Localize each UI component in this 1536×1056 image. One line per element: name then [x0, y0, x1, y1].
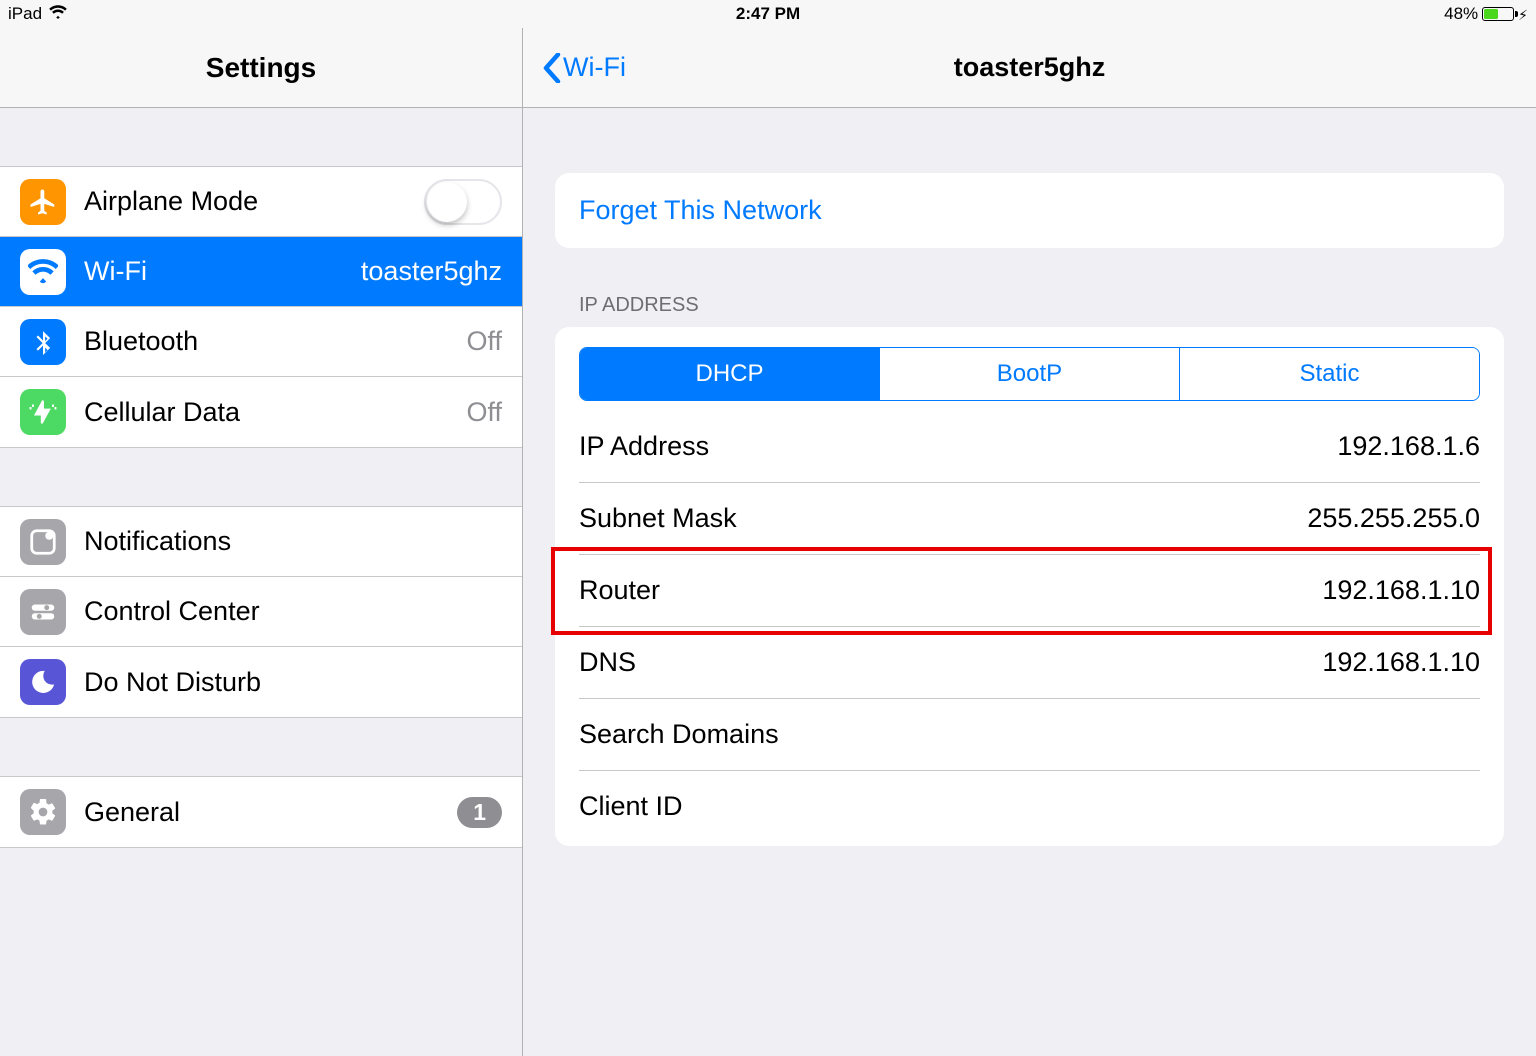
- row-label: Client ID: [579, 791, 683, 822]
- ip-address-section-label: IP ADDRESS: [555, 294, 1504, 327]
- row-value: 192.168.1.10: [1322, 647, 1480, 678]
- row-label: DNS: [579, 647, 636, 678]
- sidebar-item-value: toaster5ghz: [361, 256, 502, 287]
- segment-dhcp[interactable]: DHCP: [580, 348, 880, 400]
- sidebar-item-label: Control Center: [84, 596, 502, 627]
- row-value: 255.255.255.0: [1307, 503, 1480, 534]
- row-client-id[interactable]: Client ID: [579, 771, 1480, 842]
- sidebar-group-general: General 1: [0, 776, 522, 848]
- clock: 2:47 PM: [0, 4, 1536, 24]
- sidebar-item-label: Wi-Fi: [84, 256, 361, 287]
- notifications-icon: [20, 519, 66, 565]
- sidebar-item-bluetooth[interactable]: Bluetooth Off: [0, 307, 522, 377]
- settings-sidebar: Settings Airplane Mode Wi-Fi toaster5ghz: [0, 28, 523, 1056]
- row-dns[interactable]: DNS 192.168.1.10: [579, 627, 1480, 699]
- sidebar-item-label: Airplane Mode: [84, 186, 424, 217]
- sidebar-item-airplane-mode[interactable]: Airplane Mode: [0, 167, 522, 237]
- sidebar-item-label: Cellular Data: [84, 397, 466, 428]
- battery-icon: [1482, 7, 1514, 21]
- forget-network-card: Forget This Network: [555, 173, 1504, 248]
- sidebar-item-label: Notifications: [84, 526, 502, 557]
- row-ip-address[interactable]: IP Address 192.168.1.6: [579, 411, 1480, 483]
- forget-network-button[interactable]: Forget This Network: [555, 173, 1504, 248]
- ip-address-card: DHCP BootP Static IP Address 192.168.1.6…: [555, 327, 1504, 846]
- row-value: 192.168.1.10: [1322, 575, 1480, 606]
- gear-icon: [20, 789, 66, 835]
- control-center-icon: [20, 589, 66, 635]
- airplane-icon: [20, 179, 66, 225]
- sidebar-item-label: General: [84, 797, 457, 828]
- detail-title: toaster5ghz: [523, 52, 1536, 83]
- row-label: Subnet Mask: [579, 503, 737, 534]
- sidebar-group-connectivity: Airplane Mode Wi-Fi toaster5ghz Bluetoot…: [0, 166, 522, 448]
- back-button[interactable]: Wi-Fi: [543, 52, 626, 83]
- segment-bootp[interactable]: BootP: [880, 348, 1180, 400]
- sidebar-item-label: Bluetooth: [84, 326, 466, 357]
- charging-icon: ⚡︎: [1518, 7, 1528, 24]
- sidebar-item-control-center[interactable]: Control Center: [0, 577, 522, 647]
- chevron-left-icon: [543, 53, 561, 83]
- sidebar-title: Settings: [0, 28, 522, 108]
- row-label: Search Domains: [579, 719, 779, 750]
- row-label: IP Address: [579, 431, 709, 462]
- row-value: 192.168.1.6: [1337, 431, 1480, 462]
- back-label: Wi-Fi: [563, 52, 626, 83]
- sidebar-item-value: Off: [466, 326, 502, 357]
- cellular-icon: [20, 389, 66, 435]
- general-badge: 1: [457, 797, 502, 828]
- status-bar: iPad 2:47 PM 48% ⚡︎: [0, 0, 1536, 28]
- sidebar-group-system: Notifications Control Center Do Not Dist…: [0, 506, 522, 718]
- row-search-domains[interactable]: Search Domains: [579, 699, 1480, 771]
- detail-header: Wi-Fi toaster5ghz: [523, 28, 1536, 108]
- bluetooth-icon: [20, 319, 66, 365]
- sidebar-item-notifications[interactable]: Notifications: [0, 507, 522, 577]
- ip-mode-segmented: DHCP BootP Static: [579, 347, 1480, 401]
- segment-static[interactable]: Static: [1180, 348, 1479, 400]
- wifi-icon: [20, 249, 66, 295]
- sidebar-item-do-not-disturb[interactable]: Do Not Disturb: [0, 647, 522, 717]
- moon-icon: [20, 659, 66, 705]
- row-subnet-mask[interactable]: Subnet Mask 255.255.255.0: [579, 483, 1480, 555]
- sidebar-item-value: Off: [466, 397, 502, 428]
- row-label: Router: [579, 575, 660, 606]
- wifi-detail-pane: Wi-Fi toaster5ghz Forget This Network IP…: [523, 28, 1536, 1056]
- sidebar-item-cellular-data[interactable]: Cellular Data Off: [0, 377, 522, 447]
- sidebar-item-general[interactable]: General 1: [0, 777, 522, 847]
- row-router[interactable]: Router 192.168.1.10: [579, 555, 1480, 627]
- sidebar-item-wifi[interactable]: Wi-Fi toaster5ghz: [0, 237, 522, 307]
- airplane-toggle[interactable]: [424, 179, 502, 225]
- sidebar-item-label: Do Not Disturb: [84, 667, 502, 698]
